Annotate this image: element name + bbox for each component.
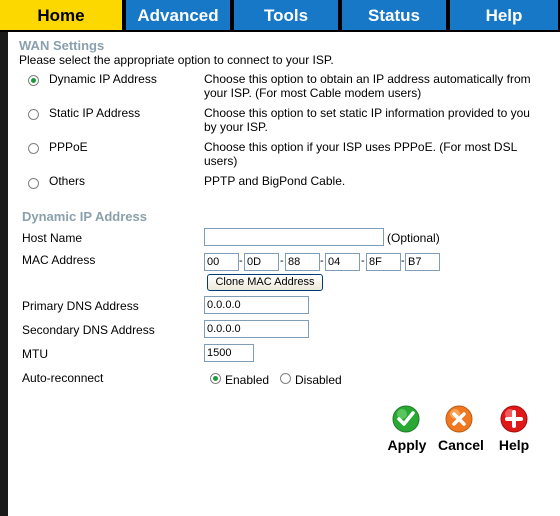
top-nav: Home Advanced Tools Status Help (0, 0, 560, 32)
primary-dns-label: Primary DNS Address (22, 299, 139, 313)
help-button[interactable]: Help (492, 437, 536, 453)
apply-check-icon[interactable] (391, 404, 421, 434)
cancel-button[interactable]: Cancel (434, 437, 488, 453)
mac-octet-2[interactable] (244, 253, 279, 271)
radio-dynamic-ip[interactable] (28, 75, 39, 86)
mac-octet-5[interactable] (366, 253, 401, 271)
mac-address-label: MAC Address (22, 253, 96, 267)
tab-help[interactable]: Help (448, 0, 560, 30)
host-name-optional: (Optional) (387, 231, 440, 245)
option-dynamic-ip-desc: Choose this option to obtain an IP addre… (204, 72, 531, 100)
option-others-desc: PPTP and BigPond Cable. (204, 174, 346, 188)
option-static-ip-label: Static IP Address (49, 106, 141, 120)
help-plus-icon[interactable] (499, 404, 529, 434)
option-static-ip-desc: Choose this option to set static IP info… (204, 106, 530, 134)
host-name-label: Host Name (22, 231, 83, 245)
auto-enabled-label: Enabled (225, 373, 270, 387)
auto-disabled-label: Disabled (295, 373, 342, 387)
option-others-label: Others (49, 174, 86, 188)
tab-status[interactable]: Status (340, 0, 448, 30)
clone-mac-button[interactable]: Clone MAC Address (207, 274, 323, 291)
mtu-label: MTU (22, 347, 48, 361)
mac-octet-3[interactable] (285, 253, 320, 271)
radio-dot (31, 78, 36, 83)
dynamic-ip-title: Dynamic IP Address (22, 209, 147, 224)
mac-separator: - (320, 255, 324, 267)
secondary-dns-label: Secondary DNS Address (22, 323, 155, 337)
mac-octet-4[interactable] (325, 253, 360, 271)
host-name-input[interactable] (204, 228, 384, 246)
secondary-dns-input[interactable] (204, 320, 309, 338)
mtu-input[interactable] (204, 344, 254, 362)
radio-auto-disabled[interactable] (280, 373, 291, 384)
mac-octet-6[interactable] (405, 253, 440, 271)
wan-intro-text: Please select the appropriate option to … (19, 53, 334, 67)
wan-settings-title: WAN Settings (19, 38, 105, 53)
left-bar (0, 32, 8, 516)
tab-advanced[interactable]: Advanced (124, 0, 232, 30)
radio-dot (213, 376, 218, 381)
option-pppoe-label: PPPoE (49, 140, 88, 154)
option-pppoe-desc: Choose this option if your ISP uses PPPo… (204, 140, 517, 168)
radio-pppoe[interactable] (28, 143, 39, 154)
tab-home[interactable]: Home (0, 0, 124, 30)
option-dynamic-ip-label: Dynamic IP Address (49, 72, 157, 86)
mac-octet-1[interactable] (204, 253, 239, 271)
tab-tools[interactable]: Tools (232, 0, 340, 30)
mac-separator: - (361, 255, 365, 267)
apply-button[interactable]: Apply (382, 437, 432, 453)
mac-separator: - (280, 255, 284, 267)
mac-separator: - (239, 255, 243, 267)
radio-others[interactable] (28, 178, 39, 189)
radio-static-ip[interactable] (28, 109, 39, 120)
auto-reconnect-label: Auto-reconnect (22, 371, 104, 385)
primary-dns-input[interactable] (204, 296, 309, 314)
cancel-x-icon[interactable] (444, 404, 474, 434)
main-content: WAN Settings Please select the appropria… (8, 32, 560, 516)
radio-auto-enabled[interactable] (210, 373, 221, 384)
